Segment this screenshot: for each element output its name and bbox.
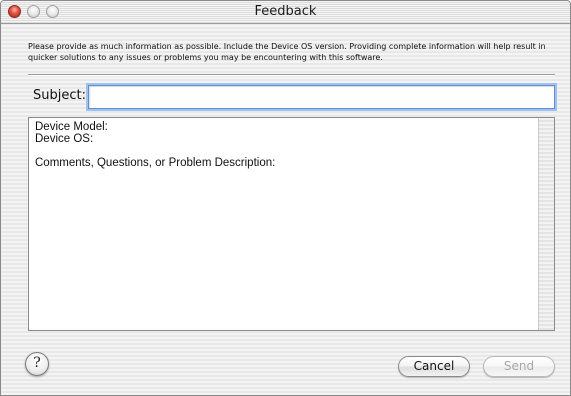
window-title: Feedback (254, 4, 317, 19)
message-scrollbar[interactable] (538, 118, 554, 330)
message-textarea[interactable]: Device Model: Device OS: Comments, Quest… (28, 117, 555, 331)
message-text[interactable]: Device Model: Device OS: Comments, Quest… (35, 121, 532, 169)
subject-label: Subject: (33, 88, 86, 103)
feedback-window: Feedback Please provide as much informat… (0, 0, 571, 396)
instructions-text: Please provide as much information as po… (28, 42, 546, 62)
cancel-button[interactable]: Cancel (398, 356, 470, 377)
subject-input[interactable] (88, 85, 555, 109)
help-button[interactable]: ? (25, 352, 49, 376)
separator (28, 74, 555, 76)
question-mark-icon: ? (33, 355, 41, 371)
title-bar[interactable]: Feedback (1, 1, 570, 24)
send-button[interactable]: Send (483, 356, 555, 377)
